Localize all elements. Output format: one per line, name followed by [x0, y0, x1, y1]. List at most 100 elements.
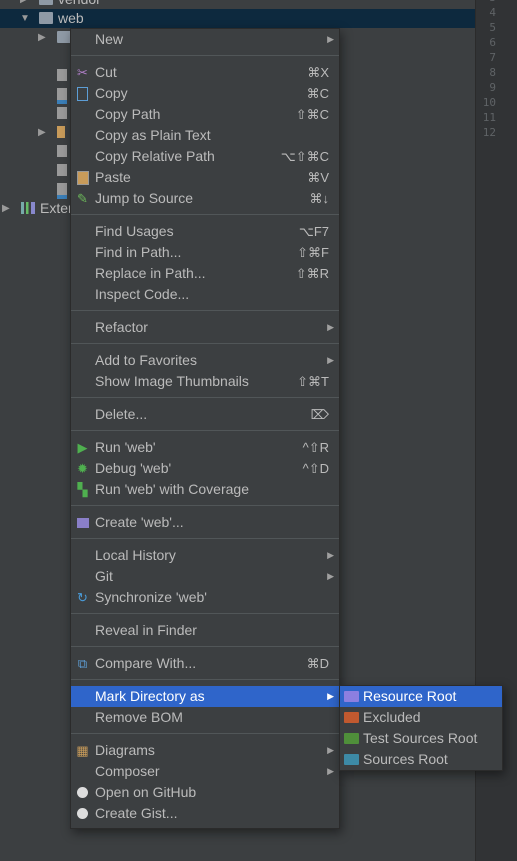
- chevron-right-icon[interactable]: ▶: [38, 123, 46, 142]
- submenu-arrow-icon: ▶: [327, 691, 334, 701]
- menu-separator: [71, 209, 339, 221]
- menu-item-label: Create Gist...: [95, 805, 178, 821]
- tree-row[interactable]: ▼ web: [0, 9, 475, 28]
- menu-item-run-web[interactable]: ▶ Run 'web' ^⇧R: [71, 437, 339, 458]
- menu-separator: [71, 728, 339, 740]
- menu-item-mark-directory-as[interactable]: Mark Directory as ▶: [71, 686, 339, 707]
- scissors-icon: ✂: [77, 65, 88, 80]
- chevron-right-icon[interactable]: ▶: [2, 199, 10, 218]
- menu-item-synchronize-web[interactable]: ↻ Synchronize 'web': [71, 587, 339, 608]
- menu-item-open-on-github[interactable]: Open on GitHub: [71, 782, 339, 803]
- folder-icon: [344, 691, 359, 702]
- menu-item-diagrams[interactable]: ▦ Diagrams ▶: [71, 740, 339, 761]
- github-icon: [75, 806, 90, 821]
- menu-item-reveal-in-finder[interactable]: Reveal in Finder: [71, 620, 339, 641]
- menu-item-delete[interactable]: Delete... ⌦: [71, 404, 339, 425]
- submenu-arrow-icon: ▶: [327, 745, 334, 755]
- diagram-icon: ▦: [76, 743, 89, 758]
- menu-item-remove-bom[interactable]: Remove BOM: [71, 707, 339, 728]
- menu-item-local-history[interactable]: Local History ▶: [71, 545, 339, 566]
- menu-item-label: Compare With...: [95, 655, 197, 671]
- menu-item-inspect-code[interactable]: Inspect Code...: [71, 284, 339, 305]
- shortcut-label: ^⇧R: [302, 440, 329, 455]
- submenu-arrow-icon: ▶: [327, 355, 334, 365]
- shortcut-label: ⌘D: [306, 656, 329, 671]
- line-number: 11: [482, 111, 496, 124]
- menu-separator: [71, 533, 339, 545]
- menu-item-run-web-with-coverage[interactable]: ▚ Run 'web' with Coverage: [71, 479, 339, 500]
- folder-icon: [39, 0, 53, 5]
- file-icon: [57, 107, 67, 119]
- menu-item-label: Copy Path: [95, 106, 161, 122]
- line-number: 9: [489, 81, 496, 94]
- menu-item-copy[interactable]: Copy ⌘C: [71, 83, 339, 104]
- menu-item-label: Cut: [95, 64, 117, 80]
- menu-separator: [71, 641, 339, 653]
- chevron-right-icon[interactable]: ▶: [38, 28, 46, 47]
- line-number: 10: [482, 96, 496, 109]
- file-icon: [57, 69, 67, 81]
- menu-item-label: Replace in Path...: [95, 265, 206, 281]
- menu-item-cut[interactable]: ✂ Cut ⌘X: [71, 62, 339, 83]
- menu-item-show-image-thumbnails[interactable]: Show Image Thumbnails ⇧⌘T: [71, 371, 339, 392]
- menu-item-label: Show Image Thumbnails: [95, 373, 249, 389]
- shortcut-label: ⇧⌘C: [295, 107, 329, 122]
- tree-item-label: vendor: [58, 0, 101, 9]
- menu-item-jump-to-source[interactable]: ✎ Jump to Source ⌘↓: [71, 188, 339, 209]
- chevron-down-icon[interactable]: ▼: [20, 9, 30, 28]
- chevron-right-icon[interactable]: ▶: [20, 0, 28, 9]
- submenu-item-sources-root[interactable]: Sources Root: [340, 749, 502, 770]
- shortcut-label: ⇧⌘R: [295, 266, 329, 281]
- libraries-icon: [21, 202, 35, 214]
- menu-item-label: Copy as Plain Text: [95, 127, 211, 143]
- menu-item-label: Git: [95, 568, 113, 584]
- submenu-item-label: Test Sources Root: [363, 730, 478, 746]
- menu-item-copy-path[interactable]: Copy Path ⇧⌘C: [71, 104, 339, 125]
- php-config-icon: [75, 515, 90, 530]
- line-number: 5: [489, 21, 496, 34]
- line-number: 6: [489, 36, 496, 49]
- menu-separator: [71, 338, 339, 350]
- menu-item-label: Composer: [95, 763, 160, 779]
- menu-item-git[interactable]: Git ▶: [71, 566, 339, 587]
- line-number: 8: [489, 66, 496, 79]
- menu-item-find-in-path[interactable]: Find in Path... ⇧⌘F: [71, 242, 339, 263]
- menu-item-paste[interactable]: Paste ⌘V: [71, 167, 339, 188]
- submenu-item-excluded[interactable]: Excluded: [340, 707, 502, 728]
- menu-item-find-usages[interactable]: Find Usages ⌥F7: [71, 221, 339, 242]
- menu-item-add-to-favorites[interactable]: Add to Favorites ▶: [71, 350, 339, 371]
- menu-item-new[interactable]: New ▶: [71, 29, 339, 50]
- json-icon: [57, 88, 67, 104]
- menu-item-label: Synchronize 'web': [95, 589, 207, 605]
- menu-item-copy-relative-path[interactable]: Copy Relative Path ⌥⇧⌘C: [71, 146, 339, 167]
- menu-item-label: Paste: [95, 169, 131, 185]
- line-number: 12: [482, 126, 496, 139]
- menu-item-label: Diagrams: [95, 742, 155, 758]
- menu-item-label: Jump to Source: [95, 190, 194, 206]
- submenu-item-label: Resource Root: [363, 688, 457, 704]
- menu-item-debug-web[interactable]: ✹ Debug 'web' ^⇧D: [71, 458, 339, 479]
- submenu-item-test-sources-root[interactable]: Test Sources Root: [340, 728, 502, 749]
- menu-item-label: Inspect Code...: [95, 286, 190, 302]
- submenu-arrow-icon: ▶: [327, 322, 334, 332]
- menu-item-refactor[interactable]: Refactor ▶: [71, 317, 339, 338]
- menu-item-label: Copy Relative Path: [95, 148, 215, 164]
- menu-item-compare-with[interactable]: ⧉ Compare With... ⌘D: [71, 653, 339, 674]
- menu-item-replace-in-path[interactable]: Replace in Path... ⇧⌘R: [71, 263, 339, 284]
- folder-icon: [344, 733, 359, 744]
- menu-item-create-gist[interactable]: Create Gist...: [71, 803, 339, 824]
- file-icon: [57, 164, 67, 176]
- menu-item-label: Debug 'web': [95, 460, 172, 476]
- submenu-arrow-icon: ▶: [327, 571, 334, 581]
- submenu-item-resource-root[interactable]: Resource Root: [340, 686, 502, 707]
- menu-item-label: Reveal in Finder: [95, 622, 197, 638]
- menu-item-label: Remove BOM: [95, 709, 183, 725]
- tree-row[interactable]: ▶ vendor: [0, 0, 475, 9]
- menu-item-copy-as-plain-text[interactable]: Copy as Plain Text: [71, 125, 339, 146]
- menu-item-label: Local History: [95, 547, 176, 563]
- compare-icon: ⧉: [77, 656, 88, 671]
- menu-item-create-web[interactable]: Create 'web'...: [71, 512, 339, 533]
- menu-item-composer[interactable]: Composer ▶: [71, 761, 339, 782]
- folder-icon: [344, 712, 359, 723]
- menu-separator: [71, 425, 339, 437]
